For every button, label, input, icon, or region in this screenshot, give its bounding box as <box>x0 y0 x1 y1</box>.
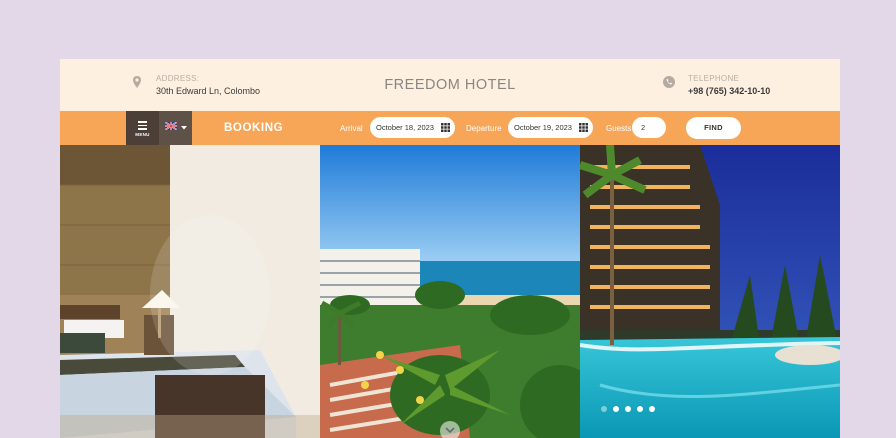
guests-input[interactable]: 2 <box>632 117 666 138</box>
slider-dot[interactable] <box>601 406 607 412</box>
phone-label: TELEPHONE <box>688 74 740 83</box>
slider-dot[interactable] <box>613 406 619 412</box>
hotel-website-frame: ADDRESS: 30th Edward Ln, Colombo FREEDOM… <box>60 59 840 438</box>
departure-label: Departure <box>466 124 502 133</box>
find-button[interactable]: FIND <box>686 117 741 139</box>
guests-label: Guests <box>606 124 632 133</box>
slider-dot[interactable] <box>625 406 631 412</box>
arrival-label: Arrival <box>340 124 363 133</box>
hotel-room-photo <box>60 145 320 438</box>
chevron-down-icon <box>445 427 455 434</box>
phone-icon <box>663 76 675 88</box>
arrival-date-value: October 18, 2023 <box>376 123 434 132</box>
calendar-icon[interactable] <box>441 123 450 132</box>
departure-date-input[interactable]: October 19, 2023 <box>508 117 593 138</box>
phone-value[interactable]: +98 (765) 342-10-10 <box>688 85 770 97</box>
slider-pagination <box>601 406 661 412</box>
slider-dot[interactable] <box>649 406 655 412</box>
slider-dot[interactable] <box>637 406 643 412</box>
info-bar: ADDRESS: 30th Edward Ln, Colombo FREEDOM… <box>60 59 840 111</box>
scroll-down-button[interactable] <box>440 421 460 438</box>
uk-flag-icon <box>165 122 177 130</box>
beach-resort-photo <box>320 145 580 438</box>
menu-button[interactable]: MENU <box>126 111 159 145</box>
booking-title: BOOKING <box>224 122 284 134</box>
arrival-date-input[interactable]: October 18, 2023 <box>370 117 455 138</box>
hamburger-icon <box>138 121 147 132</box>
chevron-down-icon <box>181 126 187 130</box>
language-selector[interactable] <box>159 111 192 145</box>
night-pool-photo <box>580 145 840 438</box>
departure-date-value: October 19, 2023 <box>514 123 572 132</box>
phone-block: TELEPHONE +98 (765) 342-10-10 <box>662 74 770 97</box>
menu-label: MENU <box>135 132 150 137</box>
calendar-icon[interactable] <box>579 123 588 132</box>
booking-bar: MENU BOOKING Arrival October 18, 2023 De… <box>60 111 840 145</box>
